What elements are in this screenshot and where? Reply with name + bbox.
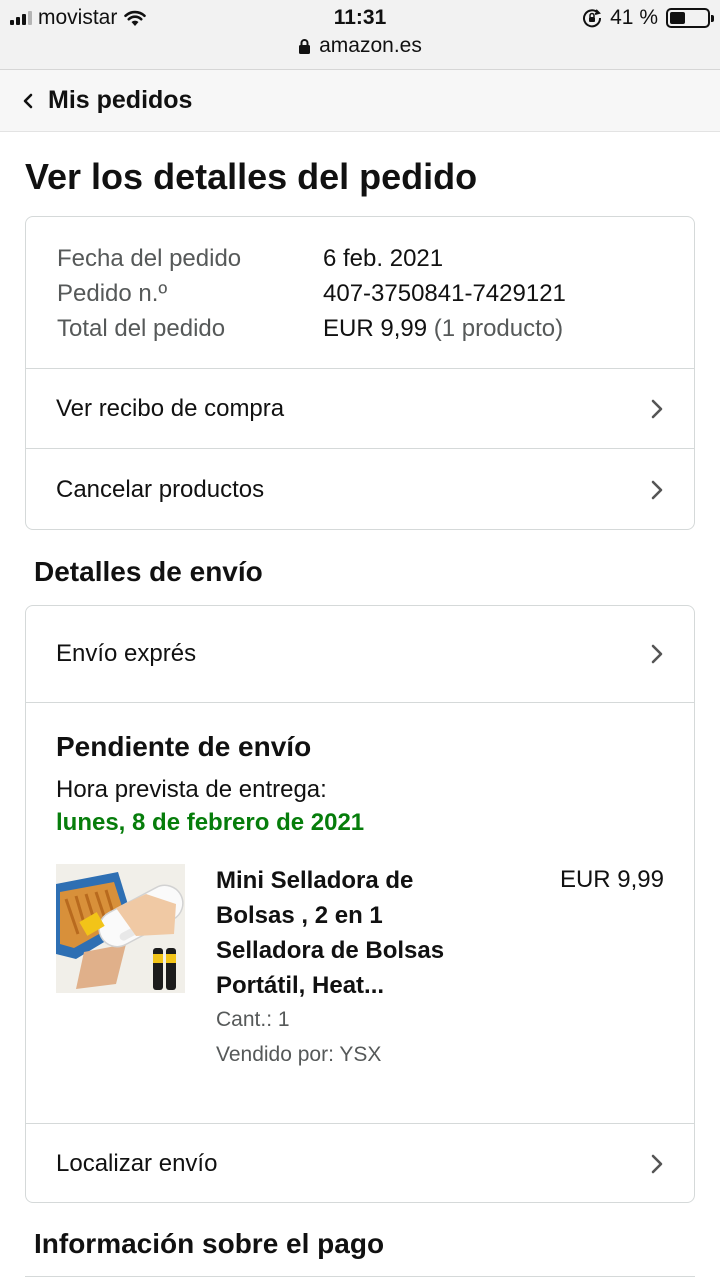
page-title: Ver los detalles del pedido [25, 156, 478, 197]
battery-percent: 41 % [610, 6, 658, 29]
browser-top-bar: movistar 11:31 41 % amazon.es [0, 0, 720, 70]
order-number-row: Pedido n.º 407-3750841-7429121 [57, 276, 566, 311]
shipping-card: Envío exprés Pendiente de envío Hora pre… [25, 605, 695, 1203]
payment-section-title: Información sobre el pago [34, 1228, 385, 1259]
orientation-lock-icon [583, 9, 602, 28]
order-date-row: Fecha del pedido 6 feb. 2021 [57, 241, 566, 276]
delivery-estimate-date: lunes, 8 de febrero de 2021 [56, 809, 365, 836]
product-seller: Vendido por: YSX [216, 1043, 382, 1066]
order-total-value: EUR 9,99 (1 producto) [323, 311, 563, 346]
chevron-right-icon [651, 1154, 663, 1173]
product-title-link[interactable]: Mini Selladora de Bolsas , 2 en 1 Sellad… [216, 863, 486, 1003]
order-total-row: Total del pedido EUR 9,99 (1 producto) [57, 311, 566, 346]
shipping-section-title: Detalles de envío [34, 556, 263, 587]
delivery-estimate-label: Hora prevista de entrega: [56, 776, 327, 803]
track-shipment-row[interactable]: Localizar envío [26, 1123, 694, 1203]
status-right: 41 % [582, 6, 714, 30]
chevron-left-icon [23, 93, 33, 108]
shipping-method-label: Envío exprés [56, 640, 197, 667]
order-info: Fecha del pedido 6 feb. 2021 Pedido n.º … [57, 241, 566, 346]
chevron-right-icon [651, 399, 663, 418]
product-photo [56, 864, 185, 993]
url-text: amazon.es [319, 34, 422, 57]
divider [26, 702, 694, 703]
order-total-label: Total del pedido [57, 315, 226, 342]
back-to-orders-link[interactable]: Mis pedidos [0, 70, 720, 132]
order-item-count: (1 producto) [433, 315, 564, 342]
order-total-amount: EUR 9,99 [323, 315, 428, 342]
shipment-status: Pendiente de envío [56, 731, 312, 762]
lock-icon [299, 39, 311, 54]
url-bar[interactable]: amazon.es [0, 34, 720, 58]
order-number-label: Pedido n.º [57, 280, 168, 307]
track-shipment-label: Localizar envío [56, 1149, 218, 1177]
view-receipt-row[interactable]: Ver recibo de compra [26, 368, 694, 448]
order-date-value: 6 feb. 2021 [323, 245, 444, 272]
product-quantity: Cant.: 1 [216, 1008, 290, 1031]
product-image[interactable] [56, 864, 185, 993]
payment-card-top-edge [25, 1276, 695, 1277]
order-summary-card: Fecha del pedido 6 feb. 2021 Pedido n.º … [25, 216, 695, 530]
view-receipt-label: Ver recibo de compra [56, 394, 285, 422]
cancel-products-row[interactable]: Cancelar productos [26, 448, 694, 530]
order-date-label: Fecha del pedido [57, 245, 242, 272]
cancel-products-label: Cancelar productos [56, 475, 265, 503]
shipping-method-row[interactable]: Envío exprés [26, 606, 694, 702]
product-price: EUR 9,99 [559, 866, 664, 893]
chevron-right-icon [651, 644, 663, 664]
battery-level [670, 12, 685, 24]
order-number-value: 407-3750841-7429121 [323, 280, 566, 307]
back-link-label: Mis pedidos [48, 86, 193, 114]
battery-icon [666, 8, 714, 28]
chevron-right-icon [651, 480, 663, 499]
